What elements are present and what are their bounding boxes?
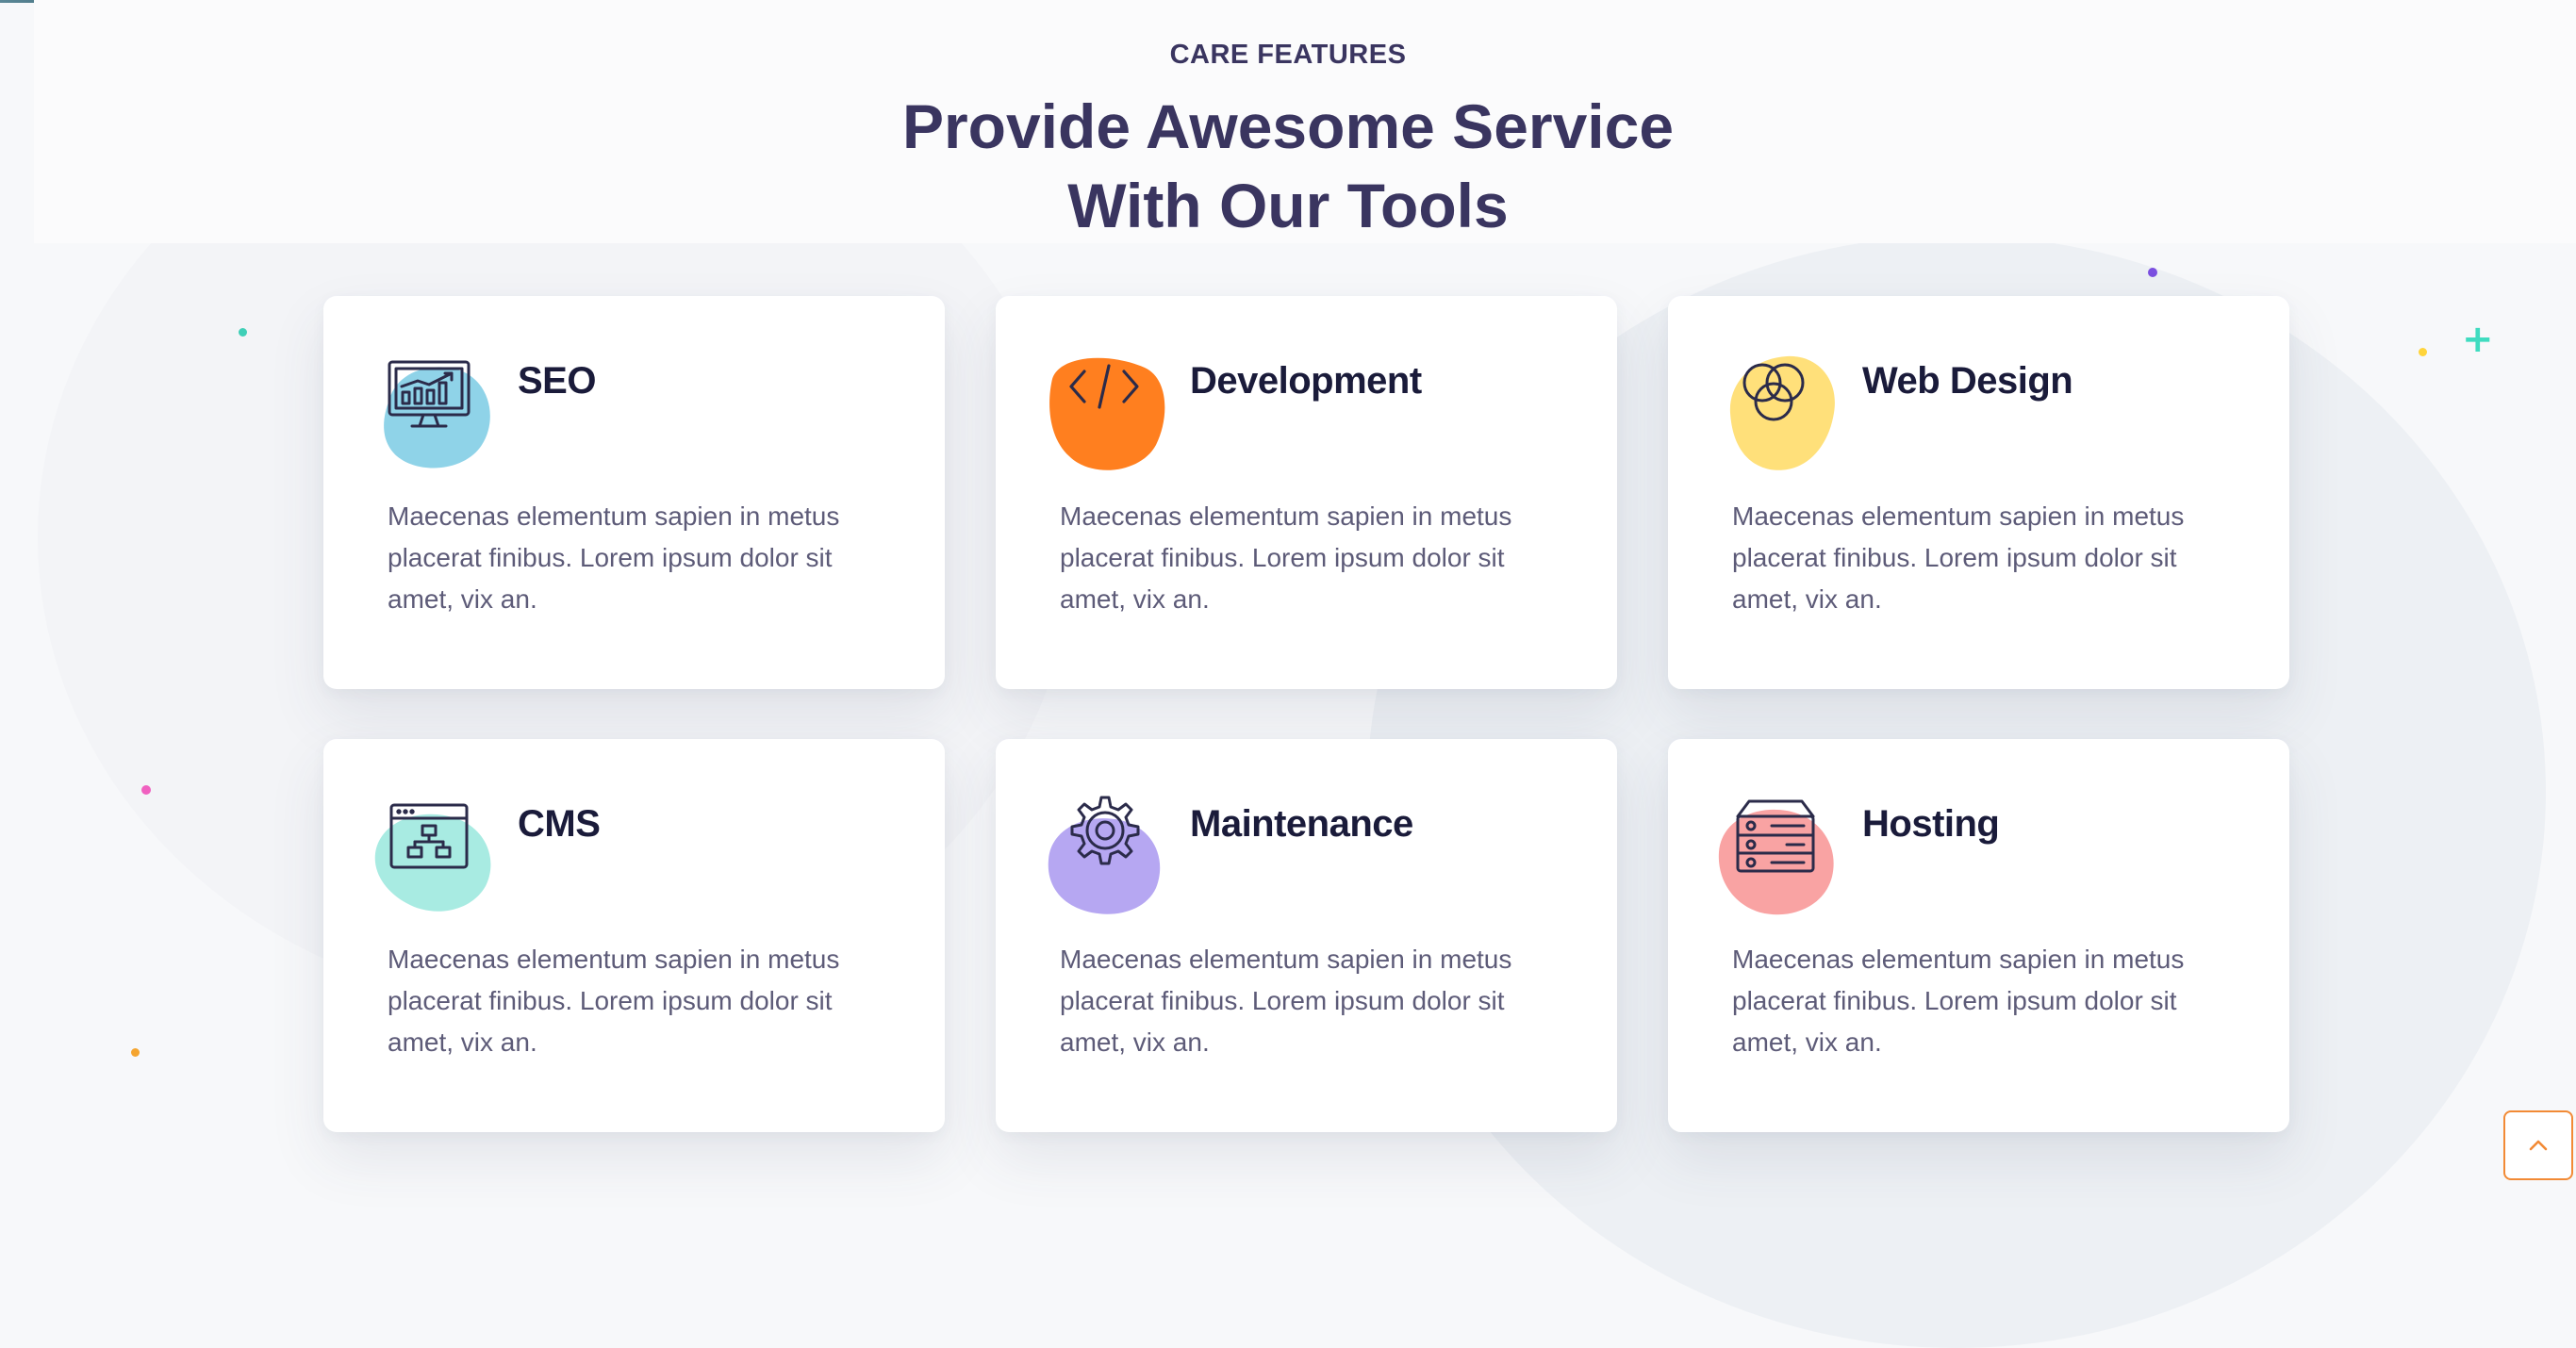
feature-description: Maecenas elementum sapien in metus place… <box>388 945 840 1057</box>
heading-line-1: Provide Awesome Service <box>901 91 1675 161</box>
section-eyebrow: CARE FEATURES <box>1169 40 1407 70</box>
chevron-up-icon <box>2529 1140 2548 1151</box>
confetti-dot <box>239 328 247 337</box>
feature-title: CMS <box>518 803 601 845</box>
feature-description: Maecenas elementum sapien in metus place… <box>1060 945 1512 1057</box>
feature-card-development: Development Maecenas elementum sapien in… <box>996 296 1617 689</box>
feature-title: SEO <box>518 360 596 402</box>
confetti-plus: + <box>2462 318 2494 361</box>
server-icon <box>1715 794 1847 916</box>
gear-icon <box>1043 794 1175 916</box>
feature-description: Maecenas elementum sapien in metus place… <box>1732 945 2185 1057</box>
feature-card-cms: CMS Maecenas elementum sapien in metus p… <box>323 739 945 1132</box>
confetti-dot <box>141 785 151 795</box>
features-grid: SEO Maecenas elementum sapien in metus p… <box>323 296 2289 1132</box>
feature-title: Hosting <box>1862 803 2000 845</box>
feature-card-seo: SEO Maecenas elementum sapien in metus p… <box>323 296 945 689</box>
scroll-to-top-button[interactable] <box>2503 1110 2573 1180</box>
feature-card-web-design: Web Design Maecenas elementum sapien in … <box>1668 296 2289 689</box>
cms-window-icon <box>371 794 503 916</box>
feature-description: Maecenas elementum sapien in metus place… <box>1732 501 2185 614</box>
feature-title: Web Design <box>1862 360 2073 402</box>
confetti-dot <box>2419 348 2427 356</box>
venn-circles-icon <box>1715 351 1847 473</box>
heading-line-2: With Our Tools <box>1067 171 1509 240</box>
confetti-dot <box>2148 268 2157 277</box>
feature-title: Maintenance <box>1190 803 1413 845</box>
feature-description: Maecenas elementum sapien in metus place… <box>1060 501 1512 614</box>
section-heading: Provide Awesome Service With Our Tools <box>0 87 2576 245</box>
feature-title: Development <box>1190 360 1422 402</box>
feature-card-maintenance: Maintenance Maecenas elementum sapien in… <box>996 739 1617 1132</box>
code-icon <box>1043 351 1175 473</box>
icon-blob <box>1048 818 1161 914</box>
feature-description: Maecenas elementum sapien in metus place… <box>388 501 840 614</box>
confetti-dot <box>131 1048 140 1057</box>
seo-monitor-icon <box>371 351 503 473</box>
feature-card-hosting: Hosting Maecenas elementum sapien in met… <box>1668 739 2289 1132</box>
